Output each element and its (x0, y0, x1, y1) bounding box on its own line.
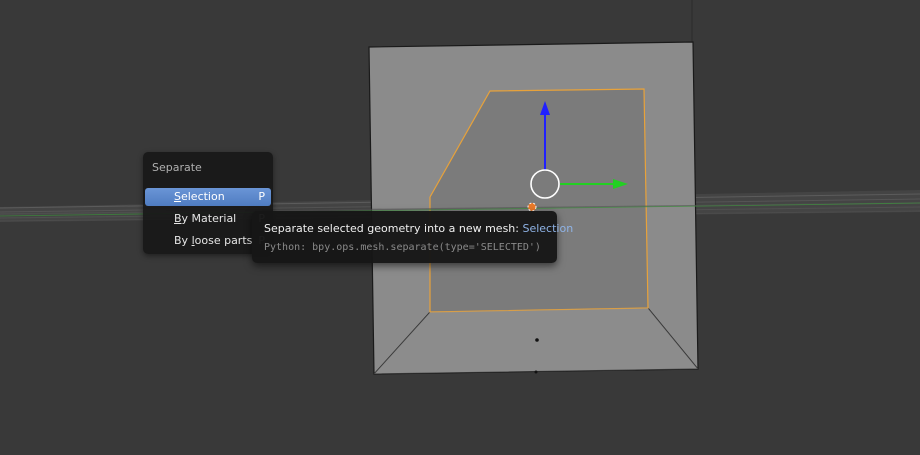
face-dot (535, 338, 539, 342)
tooltip-value: Selection (522, 222, 574, 235)
tooltip-description: Separate selected geometry into a new me… (264, 222, 574, 235)
menu-item-selection[interactable]: Selection P (145, 188, 271, 206)
tooltip-python: Python: bpy.ops.mesh.separate(type='SELE… (264, 242, 541, 253)
3d-viewport[interactable]: Separate Selection P By Material P By lo… (0, 0, 920, 455)
menu-item-label: Selection (174, 190, 225, 203)
pivot-point-icon (527, 202, 537, 212)
menu-item-label: By Material (174, 212, 237, 225)
menu-title: Separate (152, 161, 202, 174)
menu-item-label: By loose parts (174, 234, 253, 247)
tooltip: Separate selected geometry into a new me… (252, 211, 573, 263)
shortcut-label: P (258, 190, 265, 203)
